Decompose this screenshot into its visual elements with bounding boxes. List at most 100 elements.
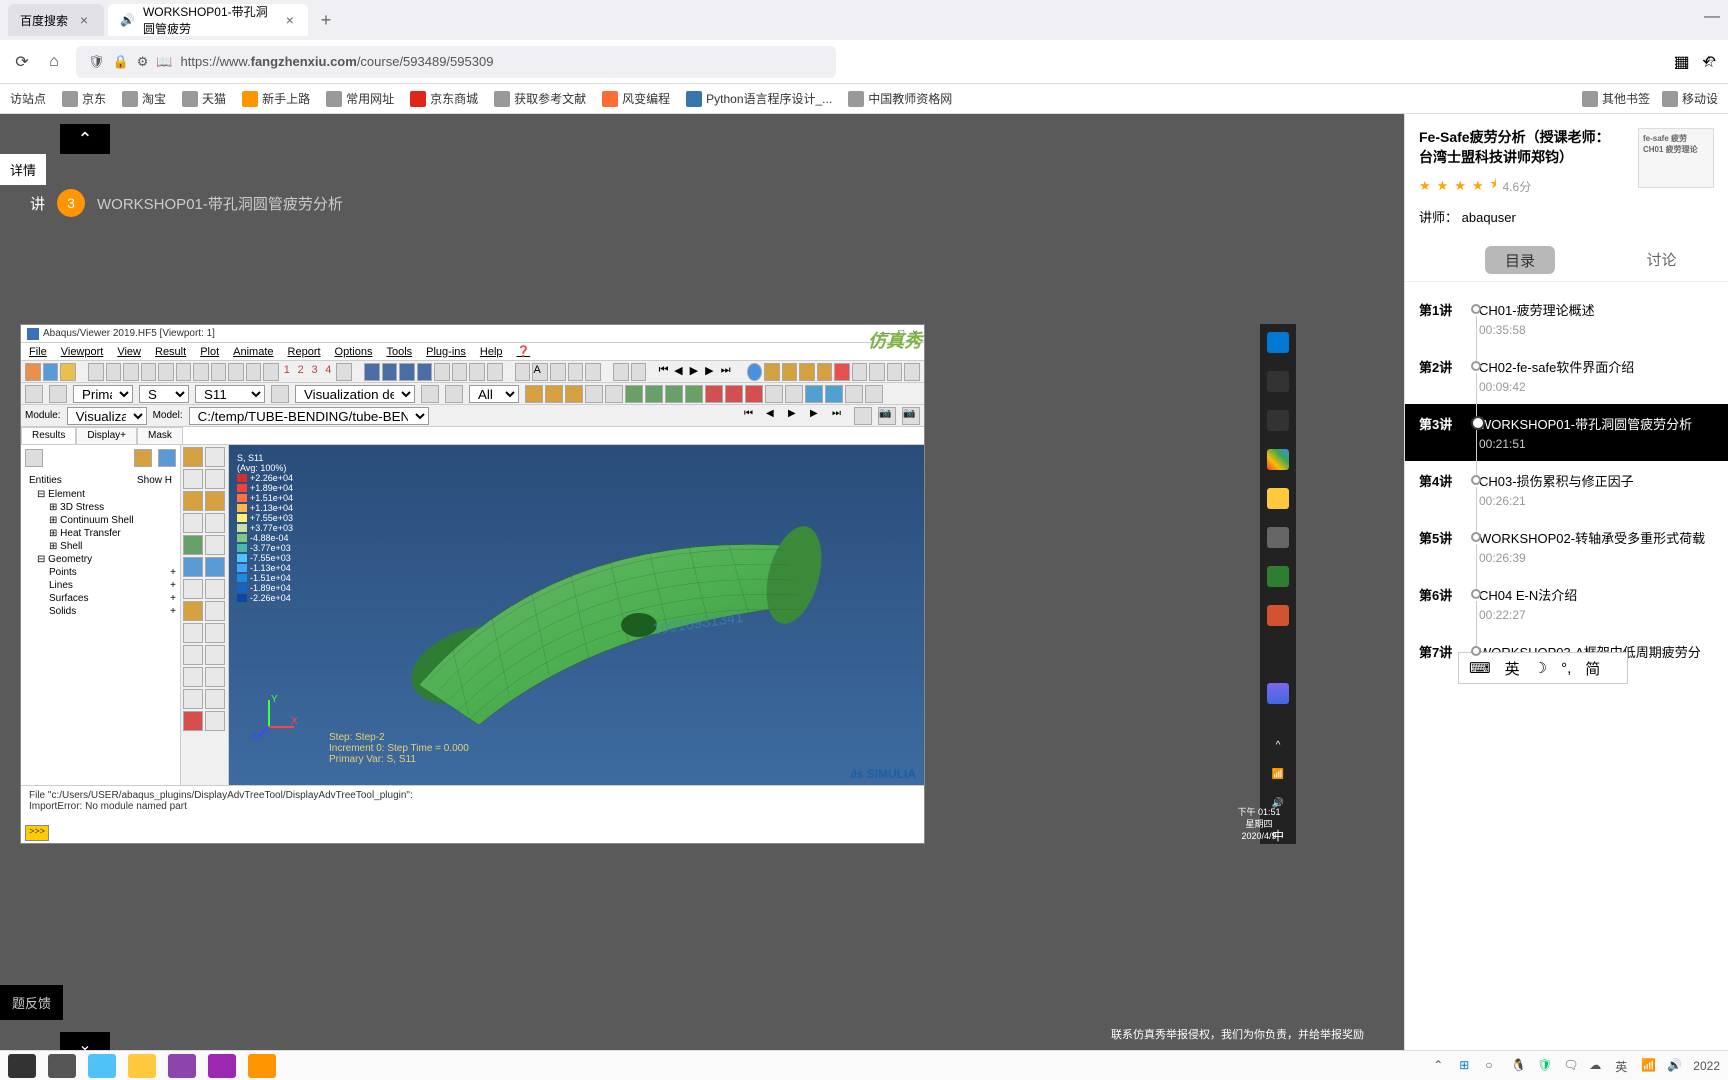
tree-node-geometry[interactable]: ⊟ Geometry: [25, 553, 176, 566]
tool-icon[interactable]: [205, 447, 225, 467]
bookmark-item[interactable]: 天猫: [182, 90, 226, 107]
tool-icon[interactable]: [205, 513, 225, 533]
folder-icon[interactable]: [158, 449, 176, 467]
ime-punct[interactable]: °,: [1561, 660, 1571, 677]
teacher-name[interactable]: abaquser: [1462, 210, 1516, 225]
tree-tool-icon[interactable]: [25, 449, 43, 467]
feedback-button[interactable]: 题反馈: [0, 985, 63, 1020]
tile-icon[interactable]: [382, 363, 398, 381]
text-icon[interactable]: A: [532, 363, 548, 381]
ppt-icon[interactable]: [1267, 605, 1289, 626]
tool-icon[interactable]: [205, 689, 225, 709]
menu-result[interactable]: Result: [155, 346, 186, 358]
network-icon[interactable]: 📶: [1272, 769, 1284, 780]
tool-icon[interactable]: [869, 363, 885, 381]
tool-icon[interactable]: [49, 385, 67, 403]
prev-icon[interactable]: ◀: [766, 408, 782, 424]
view-number[interactable]: 2: [295, 364, 307, 380]
taskbar-explorer-icon[interactable]: [128, 1054, 156, 1078]
bookmark-item[interactable]: Python语言程序设计_...: [686, 90, 832, 107]
element-icon[interactable]: [705, 385, 723, 403]
tool-icon[interactable]: [205, 601, 225, 621]
details-button[interactable]: 详情: [0, 154, 46, 185]
tool-icon[interactable]: [193, 363, 209, 381]
clock-date[interactable]: 2022: [1693, 1059, 1720, 1073]
tree-node-lines[interactable]: Lines+: [25, 579, 176, 592]
tool-icon[interactable]: [211, 363, 227, 381]
all-select[interactable]: All: [469, 385, 519, 403]
primary-select[interactable]: Primary: [73, 385, 133, 403]
element-icon[interactable]: [825, 385, 843, 403]
tab-results[interactable]: Results: [21, 427, 76, 444]
tool-icon[interactable]: [183, 491, 203, 511]
home-icon[interactable]: ⌂: [44, 52, 64, 72]
taskbar-app[interactable]: [208, 1054, 236, 1078]
tool-icon[interactable]: [246, 363, 262, 381]
tool-icon[interactable]: [205, 469, 225, 489]
view-number[interactable]: 1: [281, 364, 293, 380]
element-icon[interactable]: [865, 385, 883, 403]
tool-icon[interactable]: [421, 385, 439, 403]
reader-icon[interactable]: 📖: [156, 54, 172, 70]
tool-icon[interactable]: [183, 469, 203, 489]
bookmark-item[interactable]: 风变编程: [602, 90, 670, 107]
element-icon[interactable]: [785, 385, 803, 403]
tool-icon[interactable]: [183, 513, 203, 533]
terminal-icon[interactable]: [1267, 644, 1289, 665]
tray-icon[interactable]: ⊞: [1459, 1058, 1475, 1074]
render-mode-icon[interactable]: [525, 385, 543, 403]
bookmark-item[interactable]: 访站点: [10, 90, 46, 107]
tree-node-heat[interactable]: ⊞ Heat Transfer: [25, 527, 176, 540]
back-icon[interactable]: ↶: [1703, 52, 1716, 72]
close-icon[interactable]: ×: [284, 12, 296, 28]
tool-icon[interactable]: [183, 689, 203, 709]
tray-icon[interactable]: ☁: [1589, 1058, 1605, 1074]
abaqus-titlebar[interactable]: Abaqus/Viewer 2019.HF5 [Viewport: 1] — □…: [21, 325, 924, 343]
refresh-icon[interactable]: ⟳: [12, 52, 32, 72]
search-icon[interactable]: [1267, 371, 1289, 392]
next-icon[interactable]: ▶: [810, 408, 826, 424]
next-frame-icon[interactable]: ▶: [705, 364, 719, 380]
ime-icon[interactable]: 英: [1615, 1058, 1631, 1074]
render-mode-icon[interactable]: [605, 385, 623, 403]
menu-tools[interactable]: Tools: [386, 346, 412, 358]
tool-icon[interactable]: [205, 491, 225, 511]
render-mode-icon[interactable]: [685, 385, 703, 403]
tool-icon[interactable]: [205, 557, 225, 577]
minimize-icon[interactable]: —: [1704, 8, 1720, 26]
tool-icon[interactable]: [205, 711, 225, 731]
cube-icon[interactable]: [782, 363, 798, 381]
tool-icon[interactable]: [25, 385, 43, 403]
ime-trad[interactable]: 简: [1585, 658, 1600, 679]
start-icon[interactable]: [1267, 332, 1289, 353]
ime-keyboard-icon[interactable]: ⌨: [1469, 659, 1491, 677]
menu-viewport[interactable]: Viewport: [61, 346, 104, 358]
tree-node-points[interactable]: Points+: [25, 566, 176, 579]
layout-icon[interactable]: [452, 363, 468, 381]
lesson-item[interactable]: 第2讲CH02-fe-safe软件界面介绍00:09:42: [1405, 347, 1728, 404]
folder-icon[interactable]: [134, 449, 152, 467]
console-prompt[interactable]: >>>: [25, 825, 49, 841]
tool-icon[interactable]: [183, 711, 203, 731]
render-icon[interactable]: [613, 363, 629, 381]
last-frame-icon[interactable]: ⏭: [721, 364, 735, 380]
lesson-item[interactable]: 第4讲CH03-损伤累积与修正因子00:26:21: [1405, 461, 1728, 518]
tool-icon[interactable]: [904, 363, 920, 381]
cube-icon[interactable]: [764, 363, 780, 381]
layout-icon[interactable]: [434, 363, 450, 381]
tool-icon[interactable]: [205, 623, 225, 643]
module-select[interactable]: Visualization: [67, 407, 147, 425]
chevron-up-icon[interactable]: ^: [1276, 740, 1281, 751]
tree-node-3dstress[interactable]: ⊞ 3D Stress: [25, 501, 176, 514]
tab-display[interactable]: Display+: [76, 427, 137, 444]
record-icon[interactable]: [854, 407, 872, 425]
view-icon[interactable]: [123, 363, 139, 381]
clock[interactable]: 下午 01:51 星期四 2020/4/9: [1224, 806, 1294, 842]
view-icon[interactable]: [88, 363, 104, 381]
variable-select[interactable]: S: [139, 385, 189, 403]
cube-icon[interactable]: [799, 363, 815, 381]
layout-icon[interactable]: [487, 363, 503, 381]
ime-toolbar[interactable]: ⌨ 英 ☽ °, 简: [1458, 652, 1628, 684]
view-icon[interactable]: [176, 363, 192, 381]
tool-icon[interactable]: [205, 645, 225, 665]
